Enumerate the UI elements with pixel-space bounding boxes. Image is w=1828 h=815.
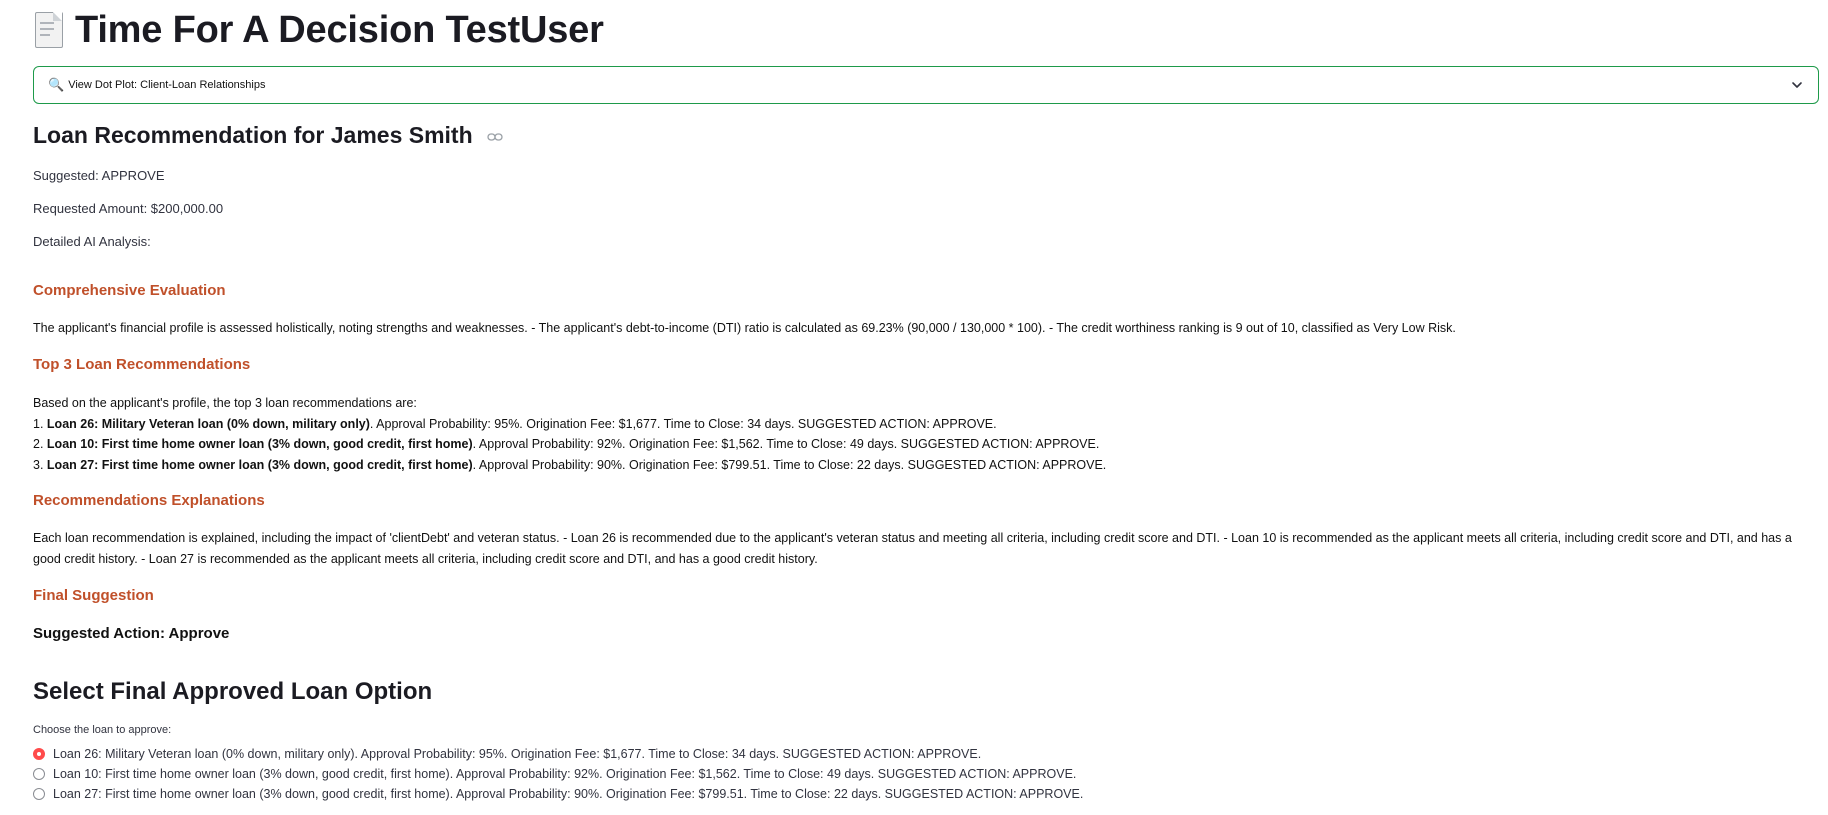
loan-option-radio[interactable]: Loan 26: Military Veteran loan (0% down,… [33,747,981,761]
radio-unselected-icon[interactable] [33,788,45,800]
radio-unselected-icon[interactable] [33,768,45,780]
list-item: 3. Loan 27: First time home owner loan (… [33,457,1107,472]
section-heading-top3: Top 3 Loan Recommendations [33,356,251,373]
expander-label: View Dot Plot: Client-Loan Relationships [68,79,266,91]
section-heading-final: Final Suggestion [33,587,154,604]
recommendation-title-text: Loan Recommendation for James Smith [33,122,473,148]
loan-name: Loan 10: First time home owner loan (3% … [46,437,473,451]
radio-selected-icon[interactable] [33,748,45,760]
anchor-link-icon[interactable] [487,132,503,142]
list-item: 2. Loan 10: First time home owner loan (… [33,437,1100,451]
loan-option-label: Loan 10: First time home owner loan (3% … [53,767,1077,781]
loan-option-label: Loan 26: Military Veteran loan (0% down,… [53,747,982,761]
explanations-body: Each loan recommendation is explained, i… [33,531,1792,566]
analysis-label: Detailed AI Analysis: [33,234,151,249]
page-document-icon [33,12,63,48]
evaluation-body: The applicant's financial profile is ass… [33,321,1456,335]
section-heading-explanations: Recommendations Explanations [33,492,265,509]
dot-plot-expander[interactable]: 🔍 View Dot Plot: Client-Loan Relationshi… [33,66,1819,104]
top3-list: Based on the applicant's profile, the to… [33,393,1803,475]
page-title-text: Time For A Decision TestUser [75,8,604,51]
loan-option-radio[interactable]: Loan 10: First time home owner loan (3% … [33,767,1076,781]
list-item: 1. Loan 26: Military Veteran loan (0% do… [33,416,997,431]
page-title: Time For A Decision TestUser [33,6,604,54]
loan-option-radio[interactable]: Loan 27: First time home owner loan (3% … [33,787,1083,801]
loan-option-label: Loan 27: First time home owner loan (3% … [53,787,1084,801]
final-action: Suggested Action: Approve [33,625,230,642]
magnifier-icon: 🔍 [48,77,65,92]
section-heading-evaluation: Comprehensive Evaluation [33,282,226,299]
selection-title: Select Final Approved Loan Option [33,678,433,705]
selection-prompt: Choose the loan to approve: [33,724,172,736]
recommendation-title: Loan Recommendation for James Smith [33,122,503,149]
loan-name: Loan 27: First time home owner loan (3% … [46,457,473,472]
chevron-down-icon [1792,82,1802,88]
suggested-status: Suggested: APPROVE [33,168,165,183]
requested-amount: Requested Amount: $200,000.00 [33,201,224,216]
top3-intro: Based on the applicant's profile, the to… [33,396,417,410]
loan-name: Loan 26: Military Veteran loan (0% down,… [46,416,370,431]
